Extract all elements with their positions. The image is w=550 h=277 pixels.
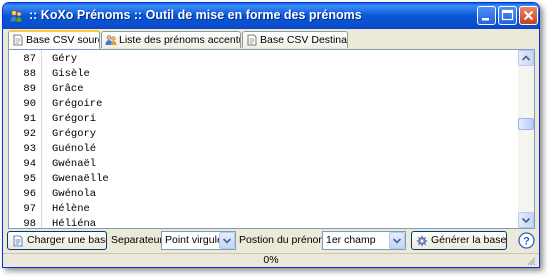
scroll-thumb[interactable] [518,118,534,130]
maximize-icon [501,9,514,21]
first-name: Grégoire [52,98,103,110]
users-icon [105,35,117,45]
help-button[interactable]: ? [518,232,535,249]
minimize-button[interactable] [477,6,496,25]
line-number: 97 [23,203,36,215]
first-name: Grégory [52,128,97,140]
document-icon [13,34,23,46]
line-number: 94 [23,158,36,170]
first-name: Gwenaëlle [52,173,109,185]
list-item[interactable]: 89 Grâce [9,82,519,97]
tab-base-csv-source[interactable]: Base CSV source [8,30,100,49]
separator-dropdown-button[interactable] [219,232,235,249]
first-name: Grégori [52,113,97,125]
first-name: Gwénaël [52,158,97,170]
first-name: Hélène [52,203,90,215]
line-number: 89 [23,83,36,95]
position-select[interactable]: 1er champ [322,231,406,250]
title-bar[interactable]: :: KoXo Prénoms :: Outil de mise en form… [3,3,539,29]
line-number: 92 [23,128,36,140]
chevron-down-icon [392,238,402,244]
line-number: 95 [23,173,36,185]
list-item[interactable]: 91 Grégori [9,112,519,127]
line-number: 90 [23,98,36,110]
list-item[interactable]: 98 Héliéna [9,217,519,229]
line-number: 87 [23,53,36,65]
chevron-down-icon [222,238,232,244]
first-name: Grâce [52,83,84,95]
list-item[interactable]: 92 Grégory [9,127,519,142]
scroll-down-button[interactable] [518,212,534,228]
svg-text:?: ? [523,236,530,248]
list-item[interactable]: 96 Gwénola [9,187,519,202]
list-item[interactable]: 97 Hélène [9,202,519,217]
list-item[interactable]: 95 Gwenaëlle [9,172,519,187]
generate-base-button[interactable]: Générer la base [411,231,507,250]
scroll-up-button[interactable] [518,50,534,66]
tab-liste-prenoms-accentues[interactable]: Liste des prénoms accentués [101,31,241,48]
tab-base-csv-destination[interactable]: Base CSV Destination [242,31,348,48]
resize-grip-icon[interactable] [526,256,536,266]
load-document-icon [13,235,23,247]
line-number: 88 [23,68,36,80]
line-number: 93 [23,143,36,155]
line-number: 91 [23,113,36,125]
first-name: Géry [52,53,78,65]
first-name: Héliéna [52,218,97,229]
close-button[interactable] [519,6,538,25]
list-item[interactable]: 90 Grégoire [9,97,519,112]
list-item[interactable]: 88 Gisèle [9,67,519,82]
position-value: 1er champ [326,234,376,246]
first-name: Gwénola [52,188,97,200]
load-base-button[interactable]: Charger une base [7,231,107,250]
tab-label: Base CSV Destination [260,34,347,46]
document-icon [247,34,257,46]
list-item[interactable]: 94 Gwénaël [9,157,519,172]
vertical-scrollbar[interactable] [518,50,534,228]
line-number: 98 [23,218,36,229]
minimize-icon [482,18,489,21]
separator-label: Separateur [111,234,163,246]
tab-label: Base CSV source [26,34,99,46]
first-name: Guénolé [52,143,97,155]
app-users-icon [9,10,23,23]
generate-base-label: Générer la base [431,234,507,246]
progress-text: 0% [263,254,279,266]
chevron-down-icon [521,217,531,224]
position-label: Postion du prénom [239,234,328,246]
close-icon [523,10,534,21]
generate-gear-icon [416,235,428,247]
separator-select[interactable]: Point virgule [161,231,236,250]
list-item[interactable]: 93 Guénolé [9,142,519,157]
line-number: 96 [23,188,36,200]
list-item[interactable]: 87 Géry [9,52,519,67]
load-base-label: Charger une base [27,234,107,246]
status-bar: 0% [3,253,539,267]
tab-label: Liste des prénoms accentués [119,34,240,46]
app-window: :: KoXo Prénoms :: Outil de mise en form… [2,2,540,268]
chevron-up-icon [521,55,531,61]
help-icon: ? [518,232,535,249]
position-dropdown-button[interactable] [389,232,405,249]
maximize-button[interactable] [498,6,517,25]
bottom-toolbar: Charger une base Separateur Point virgul… [3,231,539,251]
first-name: Gisèle [52,68,90,80]
separator-value: Point virgule [165,234,223,246]
csv-source-list[interactable]: 87 Géry 88 Gisèle 89 Grâce 90 Grégoire 9… [8,49,535,229]
window-title: :: KoXo Prénoms :: Outil de mise en form… [29,8,362,22]
